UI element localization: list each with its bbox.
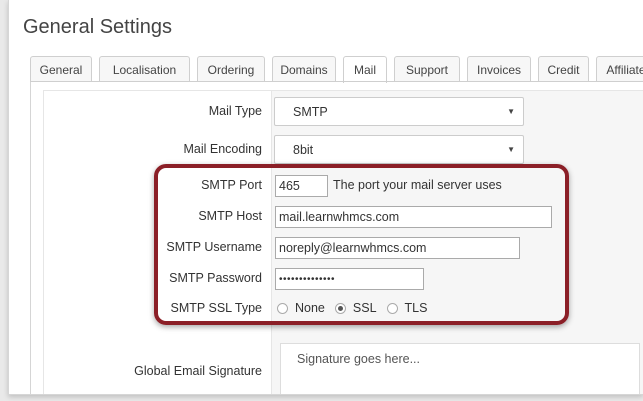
caret-down-icon: ▼: [507, 107, 515, 116]
smtp-ssl-type-radio-group: None SSL TLS: [277, 301, 437, 315]
smtp-port-label: SMTP Port: [201, 178, 262, 192]
label-column: Mail Type Mail Encoding SMTP Port SMTP H…: [44, 91, 271, 394]
ssl-option-none[interactable]: None: [277, 301, 325, 315]
tab-localisation[interactable]: Localisation: [99, 56, 190, 82]
ssl-option-ssl-label: SSL: [352, 301, 377, 315]
smtp-port-input[interactable]: 465: [275, 175, 328, 197]
mail-type-select[interactable]: SMTP ▼: [274, 97, 524, 126]
mail-type-value: SMTP: [293, 104, 328, 119]
tab-credit[interactable]: Credit: [538, 56, 589, 82]
smtp-port-hint: The port your mail server uses: [333, 178, 502, 192]
smtp-username-input[interactable]: noreply@learnwhmcs.com: [275, 237, 520, 259]
smtp-username-label: SMTP Username: [166, 240, 262, 254]
tab-invoices[interactable]: Invoices: [467, 56, 531, 82]
tab-general[interactable]: General: [30, 56, 92, 82]
mail-encoding-select[interactable]: 8bit ▼: [274, 135, 524, 164]
smtp-password-input[interactable]: ••••••••••••••: [275, 268, 424, 290]
settings-tabs: General Localisation Ordering Domains Ma…: [30, 56, 643, 83]
smtp-host-input[interactable]: mail.learnwhmcs.com: [275, 206, 552, 228]
smtp-ssl-type-label: SMTP SSL Type: [170, 301, 262, 315]
global-email-signature-textarea[interactable]: Signature goes here...: [280, 343, 640, 394]
tab-ordering[interactable]: Ordering: [197, 56, 265, 82]
smtp-password-label: SMTP Password: [169, 271, 262, 285]
mail-settings-table: Mail Type Mail Encoding SMTP Port SMTP H…: [43, 90, 643, 394]
tab-domains[interactable]: Domains: [272, 56, 336, 82]
ssl-option-none-label: None: [295, 301, 325, 315]
mail-settings-panel: Mail Type Mail Encoding SMTP Port SMTP H…: [30, 82, 643, 394]
tab-affiliate[interactable]: Affiliate: [596, 56, 643, 82]
ssl-option-tls-label: TLS: [404, 301, 428, 315]
field-column: SMTP ▼ 8bit ▼ 465 The port your mail ser…: [271, 91, 643, 394]
tab-support[interactable]: Support: [394, 56, 460, 82]
settings-window: General Settings General Localisation Or…: [8, 0, 643, 395]
ssl-option-tls[interactable]: TLS: [386, 301, 428, 315]
radio-tls[interactable]: [386, 302, 398, 314]
mail-encoding-value: 8bit: [293, 142, 314, 157]
ssl-option-ssl[interactable]: SSL: [334, 301, 377, 315]
global-email-signature-label: Global Email Signature: [134, 364, 262, 378]
caret-down-icon: ▼: [507, 145, 515, 154]
page-title: General Settings: [23, 16, 172, 38]
mail-encoding-label: Mail Encoding: [183, 142, 262, 156]
radio-ssl[interactable]: [334, 302, 346, 314]
smtp-host-label: SMTP Host: [198, 209, 262, 223]
mail-type-label: Mail Type: [208, 104, 262, 118]
radio-none[interactable]: [277, 302, 288, 314]
tab-mail[interactable]: Mail: [343, 56, 387, 83]
